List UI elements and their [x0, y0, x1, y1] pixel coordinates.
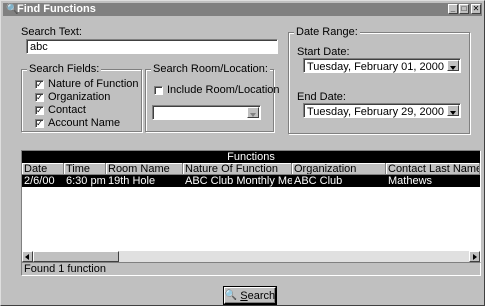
end-date-label: End Date:: [297, 91, 346, 103]
minimize-icon[interactable]: _: [448, 4, 458, 14]
scroll-left-button[interactable]: [22, 251, 33, 262]
table-row[interactable]: 2/6/00 6:30 pm 19th Hole ABC Club Monthl…: [22, 175, 480, 187]
maximize-icon[interactable]: □: [459, 4, 469, 14]
window-title: Find Functions: [17, 3, 96, 15]
end-date-value: Tuesday, February 29, 2000: [307, 106, 444, 118]
checkbox-organization[interactable]: ✓ Organization: [35, 91, 110, 103]
checkbox-icon[interactable]: ✓: [35, 92, 44, 102]
column-header-time[interactable]: Time: [64, 163, 106, 175]
binoculars-icon: 🔍: [224, 290, 238, 301]
cell-nature-of-function: ABC Club Monthly Meeting: [185, 175, 292, 187]
checkbox-icon[interactable]: ✓: [35, 105, 44, 115]
checkbox-icon[interactable]: ✓: [35, 79, 44, 89]
dropdown-button[interactable]: [447, 60, 459, 71]
column-header-contact-last-name[interactable]: Contact Last Name: [386, 163, 480, 175]
cell-room-name: 19th Hole: [108, 175, 156, 187]
functions-grid[interactable]: Functions Date Time Room Name Nature Of …: [21, 150, 481, 263]
checkbox-label: Account Name: [48, 117, 121, 129]
close-icon[interactable]: ✕: [471, 4, 481, 14]
title-bar[interactable]: 🔍 Find Functions _ □ ✕: [3, 3, 482, 16]
start-date-value: Tuesday, February 01, 2000: [307, 61, 444, 73]
scrollbar-thumb[interactable]: [33, 251, 119, 262]
checkbox-contact[interactable]: ✓ Contact: [35, 104, 86, 116]
checkbox-label: Contact: [48, 104, 86, 116]
checkbox-icon[interactable]: [154, 85, 163, 95]
start-date-picker[interactable]: Tuesday, February 01, 2000: [303, 58, 461, 73]
search-fields-group: Search Fields: ✓ Nature of Function ✓ Or…: [21, 63, 142, 132]
date-range-group: Date Range: Start Date: Tuesday, Februar…: [288, 26, 470, 134]
chevron-down-icon: [450, 66, 456, 70]
grid-title: Functions: [22, 151, 480, 163]
find-functions-window: 🔍 Find Functions _ □ ✕ Search Text: abc …: [0, 0, 485, 306]
cell-date: 2/6/00: [24, 175, 55, 187]
status-text: Found 1 function: [21, 263, 481, 276]
search-button-label: Search: [240, 289, 276, 302]
column-header-nature-of-function[interactable]: Nature Of Function: [183, 163, 292, 175]
dropdown-button[interactable]: [247, 107, 259, 118]
horizontal-scrollbar[interactable]: [22, 251, 480, 262]
grid-header: Date Time Room Name Nature Of Function O…: [22, 163, 480, 175]
checkbox-nature-of-function[interactable]: ✓ Nature of Function: [35, 78, 139, 90]
chevron-down-icon: [250, 113, 256, 117]
room-location-select[interactable]: [152, 105, 261, 120]
functions-grid-container: Functions Date Time Room Name Nature Of …: [21, 150, 481, 276]
checkbox-icon[interactable]: ✓: [35, 118, 44, 128]
checkbox-include-room-location[interactable]: Include Room/Location: [154, 84, 280, 96]
cell-time: 6:30 pm: [66, 175, 106, 187]
search-text-value: abc: [30, 41, 48, 53]
checkbox-label: Nature of Function: [48, 78, 139, 90]
checkbox-label: Include Room/Location: [167, 84, 280, 96]
column-header-room-name[interactable]: Room Name: [106, 163, 183, 175]
search-fields-legend: Search Fields:: [27, 63, 102, 75]
cell-contact-last-name: Mathews: [388, 175, 433, 187]
column-header-organization[interactable]: Organization: [292, 163, 386, 175]
room-location-group: Search Room/Location: Include Room/Locat…: [145, 63, 280, 132]
arrow-left-icon: [25, 254, 29, 260]
scroll-right-button[interactable]: [469, 251, 480, 262]
date-range-legend: Date Range:: [294, 26, 360, 38]
search-text-input[interactable]: abc: [26, 39, 278, 54]
chevron-down-icon: [450, 111, 456, 115]
room-location-legend: Search Room/Location:: [151, 63, 270, 75]
search-text-label: Search Text:: [21, 26, 82, 38]
search-button[interactable]: 🔍 Search: [223, 286, 277, 305]
start-date-label: Start Date:: [297, 46, 350, 58]
end-date-picker[interactable]: Tuesday, February 29, 2000: [303, 103, 461, 118]
checkbox-label: Organization: [48, 91, 111, 103]
column-header-date[interactable]: Date: [22, 163, 64, 175]
arrow-right-icon: [473, 254, 477, 260]
checkbox-account-name[interactable]: ✓ Account Name: [35, 117, 120, 129]
dropdown-button[interactable]: [447, 105, 459, 116]
cell-organization: ABC Club: [294, 175, 343, 187]
